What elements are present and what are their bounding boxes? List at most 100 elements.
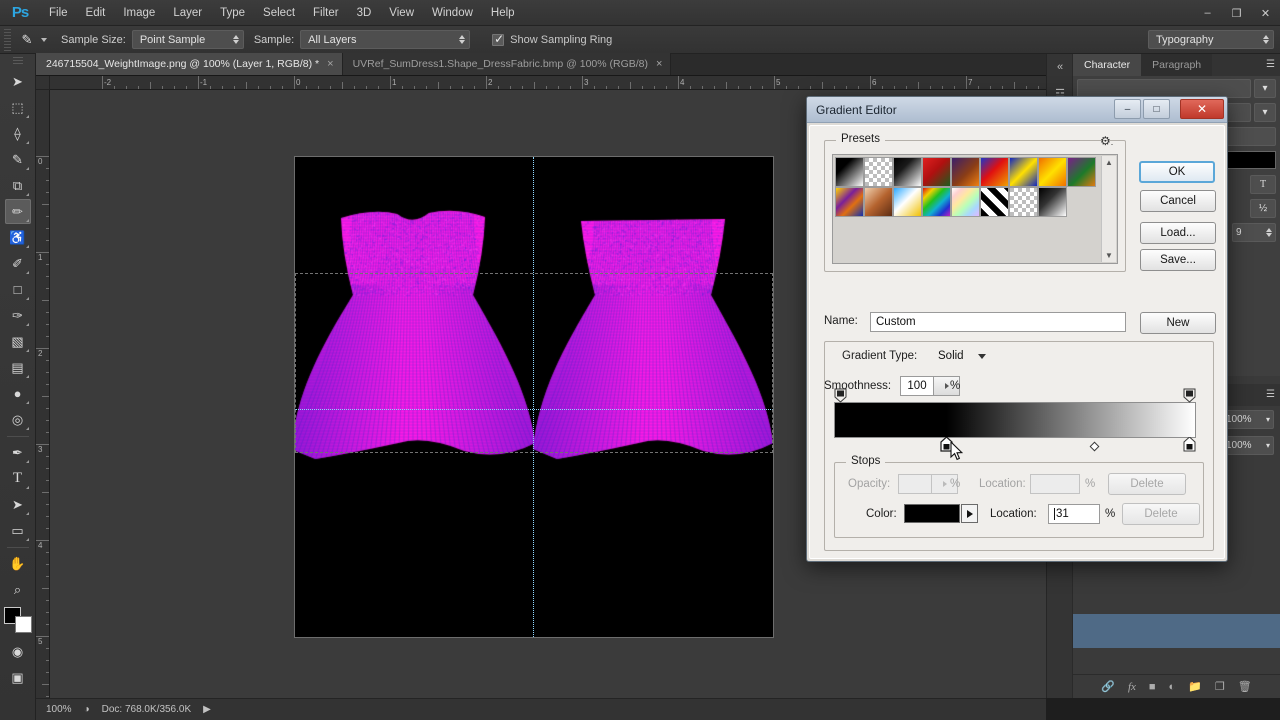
tracking-field[interactable]: 9: [1232, 223, 1276, 242]
workspace-select[interactable]: Typography: [1148, 30, 1274, 49]
mask-icon[interactable]: ■: [1149, 681, 1156, 693]
presets-scrollbar[interactable]: ▲ ▼: [1101, 156, 1116, 262]
brush-tool[interactable]: ✐: [5, 251, 31, 276]
tab-character[interactable]: Character: [1073, 54, 1141, 76]
preset-swatch[interactable]: [951, 157, 980, 187]
smoothness-input[interactable]: 100: [900, 376, 934, 396]
menu-window[interactable]: Window: [423, 0, 482, 26]
tracking-spinner-icon[interactable]: [1266, 228, 1272, 237]
preset-swatch[interactable]: [1038, 187, 1067, 217]
dialog-restore-button[interactable]: □: [1143, 99, 1170, 119]
preset-swatch[interactable]: [893, 157, 922, 187]
faux-bold-icon[interactable]: T: [1250, 175, 1276, 194]
preset-swatch[interactable]: [980, 187, 1009, 217]
gear-icon[interactable]: ⚙.: [1100, 134, 1113, 148]
preset-swatch[interactable]: [1067, 157, 1096, 187]
gradient-ramp[interactable]: [834, 402, 1196, 438]
menu-type[interactable]: Type: [211, 0, 254, 26]
preset-swatch[interactable]: [893, 187, 922, 217]
horizontal-ruler[interactable]: -2 -1 0 1 2 3 4 5 6 7: [50, 76, 1046, 90]
move-tool[interactable]: ➤: [5, 69, 31, 94]
menu-image[interactable]: Image: [114, 0, 164, 26]
link-icon[interactable]: 🔗: [1101, 680, 1115, 693]
cancel-button[interactable]: Cancel: [1140, 190, 1216, 212]
new-layer-icon[interactable]: ❐: [1215, 680, 1225, 693]
app-restore-button[interactable]: ❒: [1222, 0, 1251, 26]
preset-swatch[interactable]: [864, 187, 893, 217]
fill-chevron-down-icon[interactable]: ▾: [1266, 441, 1270, 450]
scroll-down-icon[interactable]: ▼: [1105, 249, 1113, 262]
menu-3d[interactable]: 3D: [348, 0, 381, 26]
status-arrow-icon[interactable]: ▶: [203, 704, 211, 715]
layer-fill-field[interactable]: 100% ▾: [1222, 436, 1274, 455]
layer-row-selected[interactable]: [1073, 614, 1280, 648]
menu-filter[interactable]: Filter: [304, 0, 348, 26]
color-stop-white[interactable]: [1183, 437, 1196, 452]
gradient-type-select[interactable]: Solid: [932, 346, 990, 366]
type-tool[interactable]: T: [5, 466, 31, 491]
history-brush-tool[interactable]: ✑: [5, 303, 31, 328]
quick-mask-icon[interactable]: ◉: [5, 639, 31, 664]
crop-tool[interactable]: ⧉: [5, 173, 31, 198]
screen-mode-icon[interactable]: ▣: [5, 665, 31, 690]
tools-panel-grip[interactable]: [13, 57, 23, 65]
save-button[interactable]: Save...: [1140, 249, 1216, 271]
font-family-chevron-down-icon[interactable]: ▾: [1254, 79, 1276, 98]
foreground-background-color[interactable]: [4, 607, 32, 633]
zoom-tool[interactable]: ⌕: [5, 577, 31, 602]
sample-select[interactable]: All Layers: [300, 30, 470, 49]
preset-swatch[interactable]: [835, 187, 864, 217]
tool-preset-chevron-down-icon[interactable]: [41, 38, 47, 42]
quick-selection-tool[interactable]: ✎: [5, 147, 31, 172]
gradient-name-input[interactable]: Custom: [870, 312, 1126, 332]
tab-paragraph[interactable]: Paragraph: [1141, 54, 1212, 76]
healing-brush-tool[interactable]: ♿: [5, 225, 31, 250]
lasso-tool[interactable]: ⟠: [5, 121, 31, 146]
preset-swatch[interactable]: [1009, 157, 1038, 187]
preset-swatch[interactable]: [922, 187, 951, 217]
ok-button[interactable]: OK: [1139, 161, 1215, 183]
menu-layer[interactable]: Layer: [164, 0, 211, 26]
new-button[interactable]: New: [1140, 312, 1216, 334]
app-close-button[interactable]: ✕: [1251, 0, 1280, 26]
app-minimize-button[interactable]: –: [1193, 0, 1222, 26]
marquee-tool[interactable]: ⬚: [5, 95, 31, 120]
preset-swatch[interactable]: [980, 157, 1009, 187]
color-swatch-button[interactable]: [904, 504, 960, 523]
collapse-panels-icon[interactable]: «: [1047, 54, 1073, 80]
document-tab-uvref[interactable]: UVRef_SumDress1.Shape_DressFabric.bmp @ …: [343, 53, 672, 75]
preset-swatch[interactable]: [864, 157, 893, 187]
gradient-editor-dialog[interactable]: Gradient Editor – □ ✕ Presets ⚙. ▲ ▼ OK …: [806, 96, 1228, 562]
layer-opacity-field[interactable]: 100% ▾: [1222, 410, 1274, 429]
eraser-tool[interactable]: ▧: [5, 329, 31, 354]
rectangle-tool[interactable]: ▭: [5, 518, 31, 543]
menu-view[interactable]: View: [380, 0, 423, 26]
menu-help[interactable]: Help: [482, 0, 524, 26]
close-icon[interactable]: ×: [327, 58, 333, 70]
presets-list[interactable]: ▲ ▼: [832, 154, 1118, 264]
opacity-stop-left[interactable]: [834, 388, 847, 403]
trash-icon[interactable]: 🗑: [1238, 680, 1252, 693]
preset-swatch[interactable]: [951, 187, 980, 217]
preset-swatch[interactable]: [922, 157, 951, 187]
color-location-input[interactable]: 31: [1048, 504, 1100, 524]
color-picker-arrow-button[interactable]: [961, 504, 978, 523]
font-family-field[interactable]: [1077, 79, 1251, 98]
preset-swatch[interactable]: [1009, 187, 1038, 217]
menu-select[interactable]: Select: [254, 0, 304, 26]
dialog-close-button[interactable]: ✕: [1180, 99, 1224, 119]
folder-icon[interactable]: 📁: [1188, 680, 1202, 693]
path-selection-tool[interactable]: ➤: [5, 492, 31, 517]
selection-marquee[interactable]: [295, 273, 773, 453]
options-bar-grip[interactable]: [4, 29, 11, 51]
gradient-tool[interactable]: ▤: [5, 355, 31, 380]
dialog-minimize-button[interactable]: –: [1114, 99, 1141, 119]
fx-icon[interactable]: fx: [1128, 681, 1136, 693]
opacity-chevron-down-icon[interactable]: ▾: [1266, 415, 1270, 424]
sample-size-select[interactable]: Point Sample: [132, 30, 244, 49]
font-style-chevron-down-icon[interactable]: ▾: [1254, 103, 1276, 122]
panel-menu-icon[interactable]: ☰: [1266, 59, 1275, 70]
eyedropper-tool[interactable]: ✏: [5, 199, 31, 224]
show-sampling-ring-checkbox[interactable]: Show Sampling Ring: [492, 34, 612, 46]
preset-swatch[interactable]: [1038, 157, 1067, 187]
